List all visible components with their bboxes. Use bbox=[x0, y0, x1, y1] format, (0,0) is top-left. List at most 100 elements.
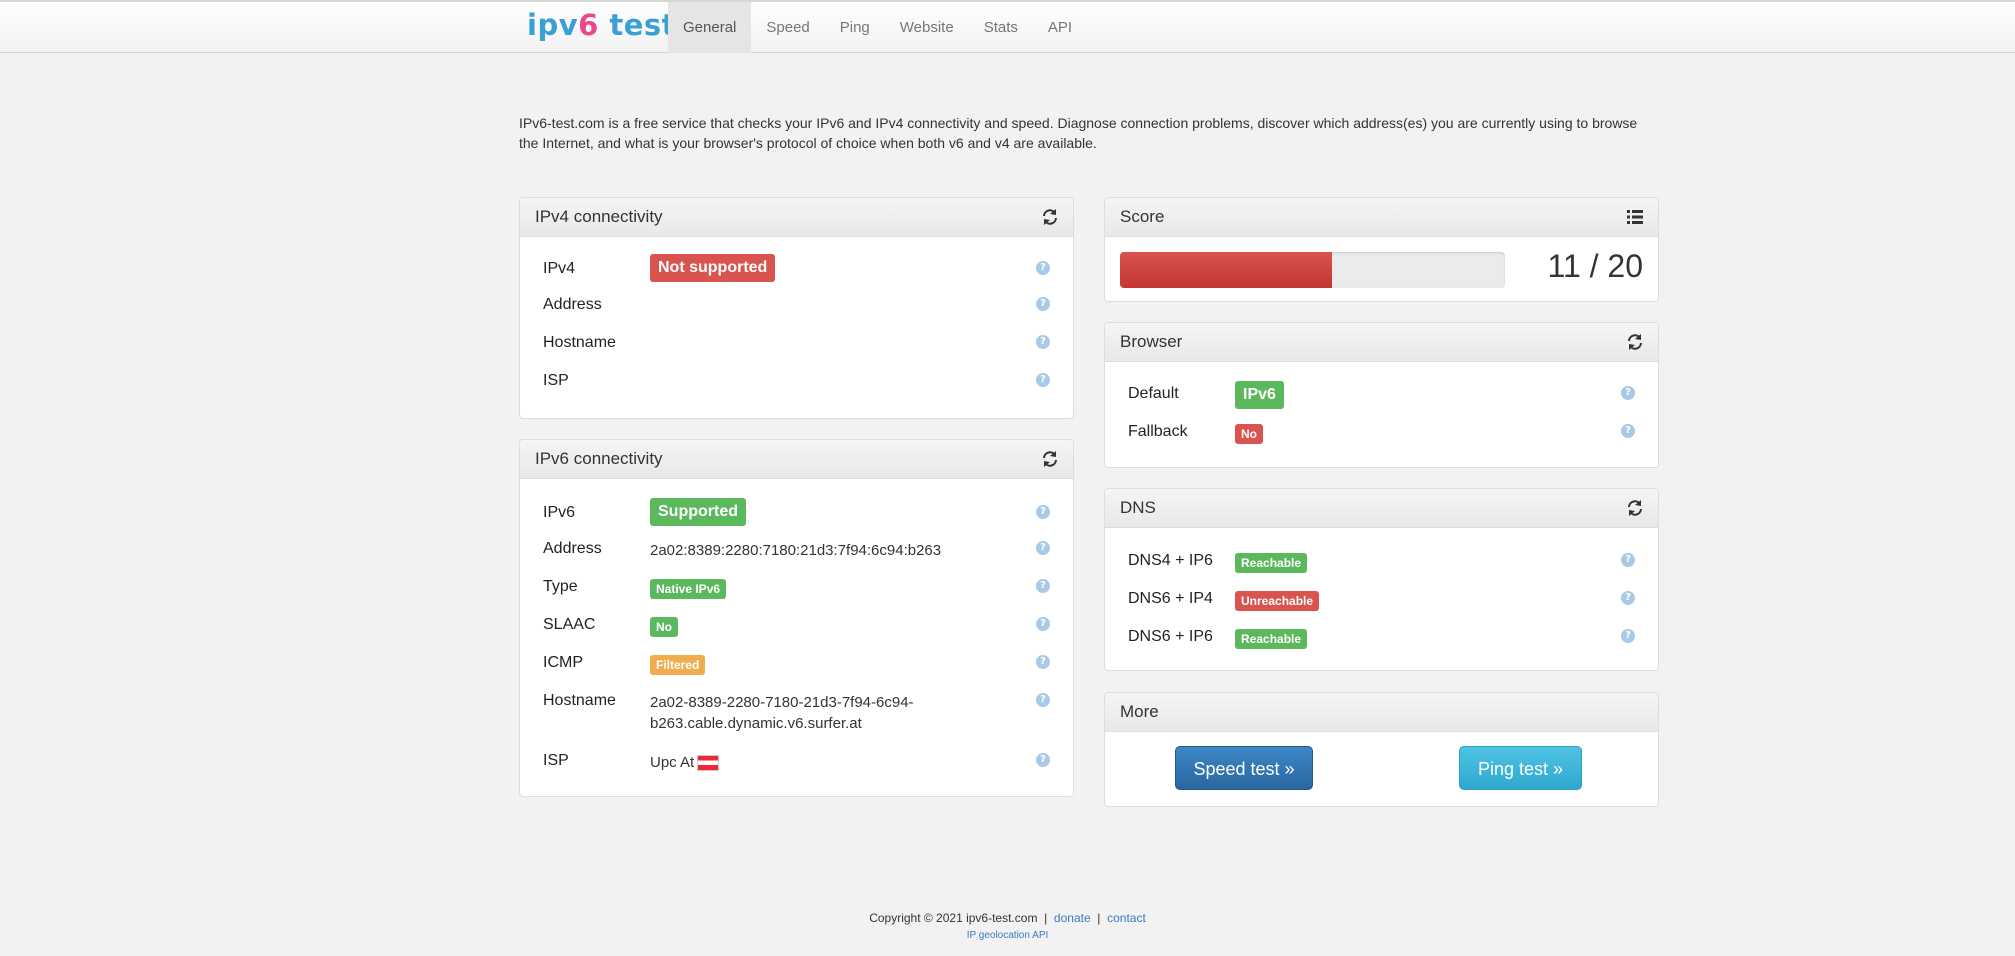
browser-panel-title: Browser bbox=[1120, 332, 1183, 351]
isp-label: ISP bbox=[543, 372, 569, 389]
help-icon[interactable]: ? bbox=[1621, 386, 1635, 400]
fallback-label: Fallback bbox=[1128, 423, 1188, 440]
ipv4-panel: IPv4 connectivity IPv4 Not supported ? A… bbox=[519, 197, 1074, 419]
austria-flag-icon bbox=[697, 755, 720, 772]
nav-speed[interactable]: Speed bbox=[751, 2, 824, 53]
footer-separator: | bbox=[1097, 911, 1101, 925]
main-nav: General Speed Ping Website Stats API bbox=[668, 2, 1087, 53]
score-progress-fill bbox=[1120, 252, 1332, 288]
dns-status-badge: Unreachable bbox=[1235, 591, 1320, 611]
help-icon[interactable]: ? bbox=[1036, 753, 1050, 767]
ipv4-panel-heading: IPv4 connectivity bbox=[520, 198, 1073, 237]
help-icon[interactable]: ? bbox=[1621, 591, 1635, 605]
nav-api[interactable]: API bbox=[1033, 2, 1087, 53]
nav-ping[interactable]: Ping bbox=[825, 2, 885, 53]
dns-panel-heading: DNS bbox=[1105, 489, 1658, 528]
help-icon[interactable]: ? bbox=[1036, 541, 1050, 555]
ipv6-panel: IPv6 connectivity IPv6 Supported ? Addre… bbox=[519, 439, 1074, 797]
fallback-badge: No bbox=[1235, 424, 1263, 444]
help-icon[interactable]: ? bbox=[1036, 261, 1050, 275]
more-panel-title: More bbox=[1120, 702, 1159, 721]
copyright-text: Copyright © 2021 ipv6-test.com bbox=[869, 911, 1038, 925]
ipv6-address-link[interactable]: 2a02:8389:2280:7180:21d3:7f94:6c94:b263 bbox=[650, 540, 941, 561]
refresh-icon[interactable] bbox=[1626, 333, 1644, 351]
speed-test-button[interactable]: Speed test » bbox=[1175, 746, 1313, 790]
navbar: ipv6 test General Speed Ping Website Sta… bbox=[0, 0, 2015, 53]
refresh-icon[interactable] bbox=[1626, 499, 1644, 517]
default-protocol-badge: IPv6 bbox=[1235, 381, 1284, 409]
icmp-label: ICMP bbox=[543, 654, 583, 671]
help-icon[interactable]: ? bbox=[1036, 335, 1050, 349]
brand-part-test: test bbox=[598, 8, 677, 42]
hostname-label: Hostname bbox=[543, 692, 616, 709]
ipv4-hostname-row: Hostname ? bbox=[520, 334, 1073, 364]
hostname-label: Hostname bbox=[543, 334, 616, 351]
ipv6-panel-heading: IPv6 connectivity bbox=[520, 440, 1073, 479]
footer-separator: | bbox=[1044, 911, 1048, 925]
ipv4-row: IPv4 Not supported ? bbox=[520, 254, 1073, 288]
isp-name: Upc At bbox=[650, 754, 695, 771]
ipv6-status-badge: Supported bbox=[650, 498, 746, 526]
icmp-badge: Filtered bbox=[650, 655, 706, 675]
help-icon[interactable]: ? bbox=[1036, 693, 1050, 707]
default-label: Default bbox=[1128, 385, 1179, 402]
dns-panel-title: DNS bbox=[1120, 498, 1156, 517]
score-panel-heading: Score bbox=[1105, 198, 1658, 237]
hostname-line-1: 2a02-8389-2280-7180-21d3-7f94-6c94- bbox=[650, 694, 914, 711]
refresh-icon[interactable] bbox=[1041, 450, 1059, 468]
ipv6-label: IPv6 bbox=[543, 504, 576, 521]
footer: Copyright © 2021 ipv6-test.com | donate … bbox=[0, 911, 2015, 925]
hostname-line-2: b263.cable.dynamic.v6.surfer.at bbox=[650, 715, 862, 732]
browser-panel: Browser Default IPv6 ? Fallback No ? bbox=[1104, 322, 1659, 468]
brand-part-6: 6 bbox=[578, 8, 599, 42]
ipv4-status-badge: Not supported bbox=[650, 254, 776, 282]
more-panel-heading: More bbox=[1105, 693, 1658, 732]
type-badge: Native IPv6 bbox=[650, 579, 727, 599]
nav-general[interactable]: General bbox=[668, 2, 752, 53]
help-icon[interactable]: ? bbox=[1036, 505, 1050, 519]
help-icon[interactable]: ? bbox=[1621, 553, 1635, 567]
dns-label: DNS6 + IP4 bbox=[1128, 590, 1213, 607]
score-panel-title: Score bbox=[1120, 207, 1165, 226]
browser-panel-heading: Browser bbox=[1105, 323, 1658, 362]
ipv6-isp-value: Upc At bbox=[650, 752, 720, 773]
help-icon[interactable]: ? bbox=[1036, 617, 1050, 631]
intro-text: IPv6-test.com is a free service that che… bbox=[519, 115, 1638, 151]
slaac-badge: No bbox=[650, 617, 678, 637]
ping-test-button[interactable]: Ping test » bbox=[1459, 746, 1582, 790]
footer-geo: IP geolocation API bbox=[0, 930, 2015, 941]
refresh-icon[interactable] bbox=[1041, 208, 1059, 226]
score-progress-bar bbox=[1120, 252, 1505, 288]
help-icon[interactable]: ? bbox=[1621, 629, 1635, 643]
address-label: Address bbox=[543, 296, 602, 313]
ipv6-panel-title: IPv6 connectivity bbox=[535, 449, 663, 468]
dns-status-badge: Reachable bbox=[1235, 553, 1308, 573]
donate-link[interactable]: donate bbox=[1054, 911, 1091, 925]
score-value: 11 / 20 bbox=[1547, 248, 1643, 284]
help-icon[interactable]: ? bbox=[1036, 297, 1050, 311]
dns-label: DNS4 + IP6 bbox=[1128, 552, 1213, 569]
dns-status-badge: Reachable bbox=[1235, 629, 1308, 649]
isp-label: ISP bbox=[543, 752, 569, 769]
geolocation-api-link[interactable]: IP geolocation API bbox=[967, 930, 1049, 941]
help-icon[interactable]: ? bbox=[1621, 424, 1635, 438]
help-icon[interactable]: ? bbox=[1036, 373, 1050, 387]
type-label: Type bbox=[543, 578, 578, 595]
ipv4-isp-row: ISP ? bbox=[520, 372, 1073, 402]
list-icon[interactable] bbox=[1626, 208, 1644, 226]
ipv4-panel-title: IPv4 connectivity bbox=[535, 207, 663, 226]
nav-website[interactable]: Website bbox=[885, 2, 969, 53]
score-panel: Score 11 / 20 bbox=[1104, 197, 1659, 302]
nav-stats[interactable]: Stats bbox=[969, 2, 1033, 53]
ipv4-label: IPv4 bbox=[543, 260, 576, 277]
contact-link[interactable]: contact bbox=[1107, 911, 1146, 925]
slaac-label: SLAAC bbox=[543, 616, 596, 633]
more-panel: More Speed test » Ping test » bbox=[1104, 692, 1659, 807]
help-icon[interactable]: ? bbox=[1036, 655, 1050, 669]
dns-panel: DNS DNS4 + IP6 Reachable ? DNS6 + IP4 Un… bbox=[1104, 488, 1659, 671]
brand-part-ipv: ipv bbox=[527, 8, 579, 42]
brand-logo[interactable]: ipv6 test bbox=[527, 8, 676, 48]
address-label: Address bbox=[543, 540, 602, 557]
help-icon[interactable]: ? bbox=[1036, 579, 1050, 593]
dns-label: DNS6 + IP6 bbox=[1128, 628, 1213, 645]
